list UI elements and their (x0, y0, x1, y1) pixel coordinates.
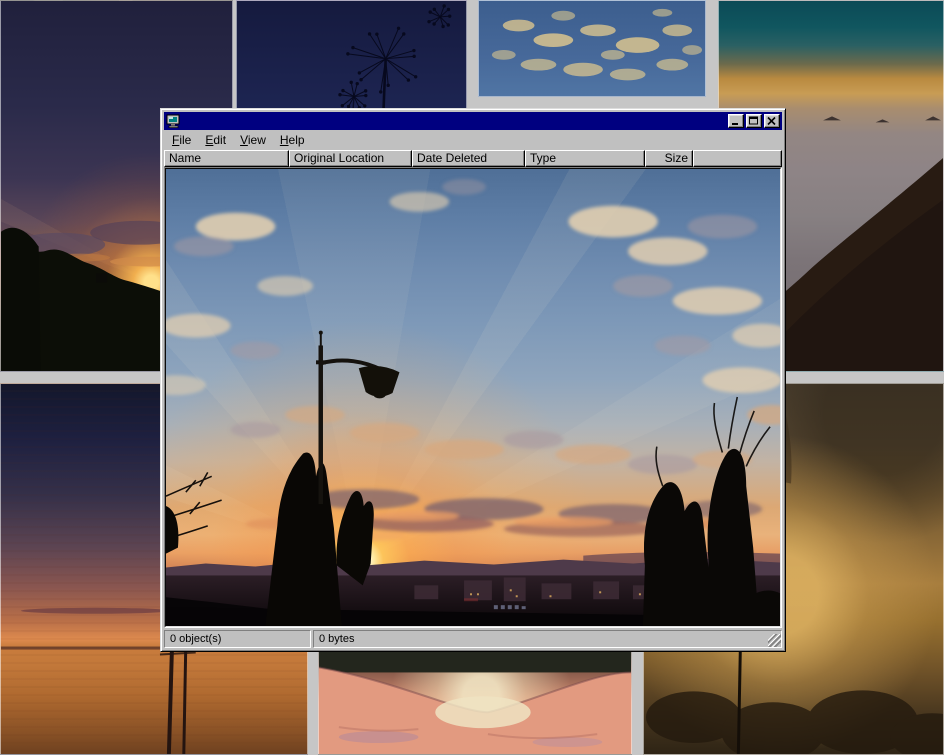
title-bar[interactable] (164, 112, 782, 130)
file-list-viewport (165, 168, 781, 627)
menu-item-edit[interactable]: Edit (203, 131, 234, 150)
sunset-photo-detail (166, 169, 780, 626)
resize-grip[interactable] (768, 634, 781, 647)
computer-icon[interactable] (166, 114, 182, 128)
status-bar: 0 object(s) 0 bytes (164, 630, 782, 648)
recycle-bin-window: FileEditViewHelp NameOriginal LocationDa… (160, 108, 786, 652)
menu-item-help[interactable]: Help (278, 131, 313, 150)
maximize-button[interactable] (746, 114, 762, 128)
minimize-icon (729, 115, 743, 127)
maximize-icon (747, 115, 761, 127)
close-icon (765, 115, 779, 127)
status-objects: 0 object(s) (164, 630, 311, 648)
close-button[interactable] (764, 114, 780, 128)
column-header-type[interactable]: Type (525, 150, 645, 167)
menu-bar: FileEditViewHelp (164, 130, 782, 150)
menu-item-file[interactable]: File (170, 131, 199, 150)
wallpaper-tile-dotted-clouds (478, 0, 706, 97)
file-list-area[interactable] (164, 167, 782, 628)
sunset-photo (166, 169, 780, 626)
column-header-size[interactable]: Size (645, 150, 693, 167)
minimize-button[interactable] (728, 114, 744, 128)
column-header-original-location[interactable]: Original Location (289, 150, 412, 167)
column-header-date-deleted[interactable]: Date Deleted (412, 150, 525, 167)
menu-item-view[interactable]: View (238, 131, 274, 150)
dotted-clouds (479, 1, 705, 96)
column-header-filler (693, 150, 782, 167)
column-header-name[interactable]: Name (164, 150, 289, 167)
column-header-row: NameOriginal LocationDate DeletedTypeSiz… (164, 150, 782, 167)
status-bytes: 0 bytes (313, 630, 782, 648)
